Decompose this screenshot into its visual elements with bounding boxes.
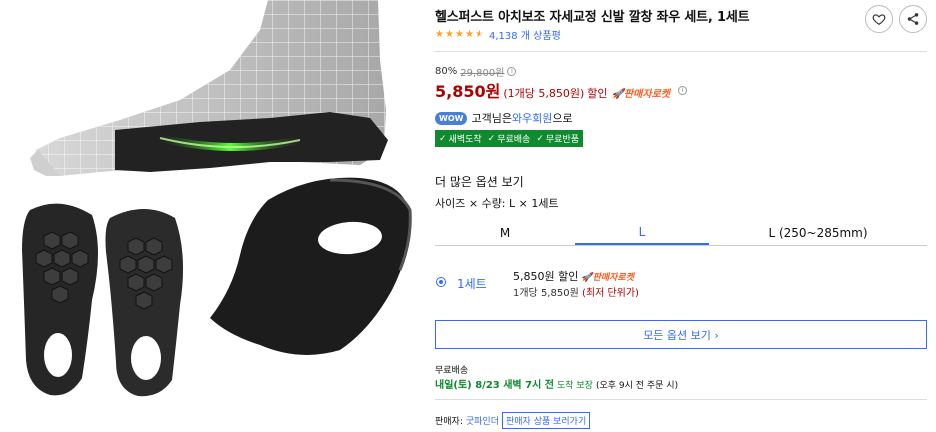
check-icon: ✓ [536, 133, 544, 144]
review-count[interactable]: 4,138 개 상품평 [489, 27, 561, 42]
wow-suffix: 으로 [552, 112, 573, 125]
badge-label: 새벽도착 [448, 135, 482, 145]
rating-stars: ★ ★ ★ ★ ★ [435, 28, 485, 40]
original-price: 29,800원 [460, 68, 505, 79]
option-unit-price-text: 1개당 5,850원 [513, 288, 579, 299]
badge-free-shipping: ✓ 무료배송 [487, 132, 531, 146]
wow-member-link[interactable]: 와우회원 [512, 110, 552, 126]
divider [435, 51, 927, 52]
badge-label: 무료배송 [497, 135, 531, 145]
price-row: 5,850원 (1개당 5,850원) 할인 🚀판매자로켓 i [435, 78, 687, 102]
product-image[interactable] [0, 0, 430, 432]
divider [435, 399, 927, 400]
info-icon[interactable]: i [507, 67, 517, 76]
insole-illustration [22, 0, 412, 397]
insole-3d [210, 177, 412, 355]
more-options-title: 더 많은 옵션 보기 [435, 175, 524, 189]
size-tabs: M L L (250~285mm) [435, 220, 927, 246]
size-tab-l-250-285[interactable]: L (250~285mm) [709, 220, 927, 245]
option-price-text: 5,850원 할인 [513, 270, 579, 283]
option-unit-price: 1개당 5,850원 (최저 단위가) [513, 284, 639, 299]
star-icon: ★ [445, 28, 454, 40]
unit-price: (1개당 5,850원) [503, 87, 585, 100]
share-icon [907, 13, 919, 25]
delivery-row: 내일(토) 8/23 새벽 7시 전 도착 보장 (오후 9시 전 주문 시) [435, 376, 678, 391]
seller-name-link[interactable]: 굿파인더 [466, 414, 499, 427]
seller-label: 판매자: [435, 417, 463, 427]
quantity-label[interactable]: 1세트 [457, 275, 487, 292]
wow-badge: WOW [435, 111, 468, 125]
sale-label: 할인 [587, 87, 608, 100]
delivery-guarantee: 도착 보장 [556, 381, 593, 391]
benefit-badges: ✓ 새벽도착 ✓ 무료배송 ✓ 무료반품 [435, 130, 584, 147]
quantity-radio[interactable] [436, 277, 446, 287]
badge-dawn-delivery: ✓ 새벽도착 [439, 132, 482, 146]
badge-free-return: ✓ 무료반품 [536, 132, 580, 146]
rocket-label: 판매자로켓 [592, 272, 634, 283]
size-tab-l[interactable]: L [575, 220, 709, 245]
star-icon: ★ [455, 28, 464, 40]
delivery-note: (오후 9시 전 주문 시) [595, 381, 679, 391]
lowest-unit-label: (최저 단위가) [581, 288, 639, 299]
badge-label: 무료반품 [545, 135, 580, 145]
wow-prefix: 고객님은 [471, 112, 512, 125]
check-icon: ✓ [439, 133, 447, 144]
discount-row: 80% 29,800원 i [435, 64, 517, 79]
product-info-panel: 헬스퍼스트 아치보조 자세교정 신발 깔창 좌우 세트, 1세트 ★ ★ ★ ★… [435, 0, 930, 432]
star-icon: ★ [435, 28, 444, 40]
all-options-button[interactable]: 모든 옵션 보기 › [435, 320, 927, 349]
seller-products-button[interactable]: 판매자 상품 보러가기 [502, 412, 591, 429]
star-icon: ★ [465, 28, 474, 40]
check-icon: ✓ [487, 133, 496, 144]
seller-row: 판매자: 굿파인더 판매자 상품 보러가기 [435, 412, 591, 429]
half-star-icon: ★ [475, 28, 484, 40]
option-summary: 사이즈 × 수량: L × 1세트 [435, 197, 559, 210]
rocket-badge: 🚀판매자로켓 [581, 272, 634, 283]
favorite-button[interactable] [865, 5, 893, 33]
share-button[interactable] [899, 5, 927, 33]
delivery-date: 내일(토) 8/23 새벽 7시 전 [435, 380, 554, 391]
size-tab-m[interactable]: M [435, 220, 575, 245]
product-title: 헬스퍼스트 아치보조 자세교정 신발 깔창 좌우 세트, 1세트 [435, 10, 750, 25]
quantity-option[interactable]: 1세트 5,850원 할인 🚀판매자로켓 1개당 5,850원 (최저 단위가) [435, 265, 927, 301]
rating-row[interactable]: ★ ★ ★ ★ ★ 4,138 개 상품평 [435, 27, 561, 42]
wow-row: WOW 고객님은 와우회원 으로 [435, 110, 573, 126]
discount-rate: 80% [435, 66, 458, 77]
option-price: 5,850원 할인 🚀판매자로켓 [513, 268, 634, 284]
rocket-label: 판매자로켓 [623, 89, 670, 100]
sale-price: 5,850원 [435, 82, 501, 101]
shipping-label: 무료배송 [435, 366, 469, 376]
rocket-badge: 🚀판매자로켓 [611, 89, 670, 100]
heart-icon [872, 14, 886, 25]
info-icon[interactable]: i [677, 85, 687, 95]
